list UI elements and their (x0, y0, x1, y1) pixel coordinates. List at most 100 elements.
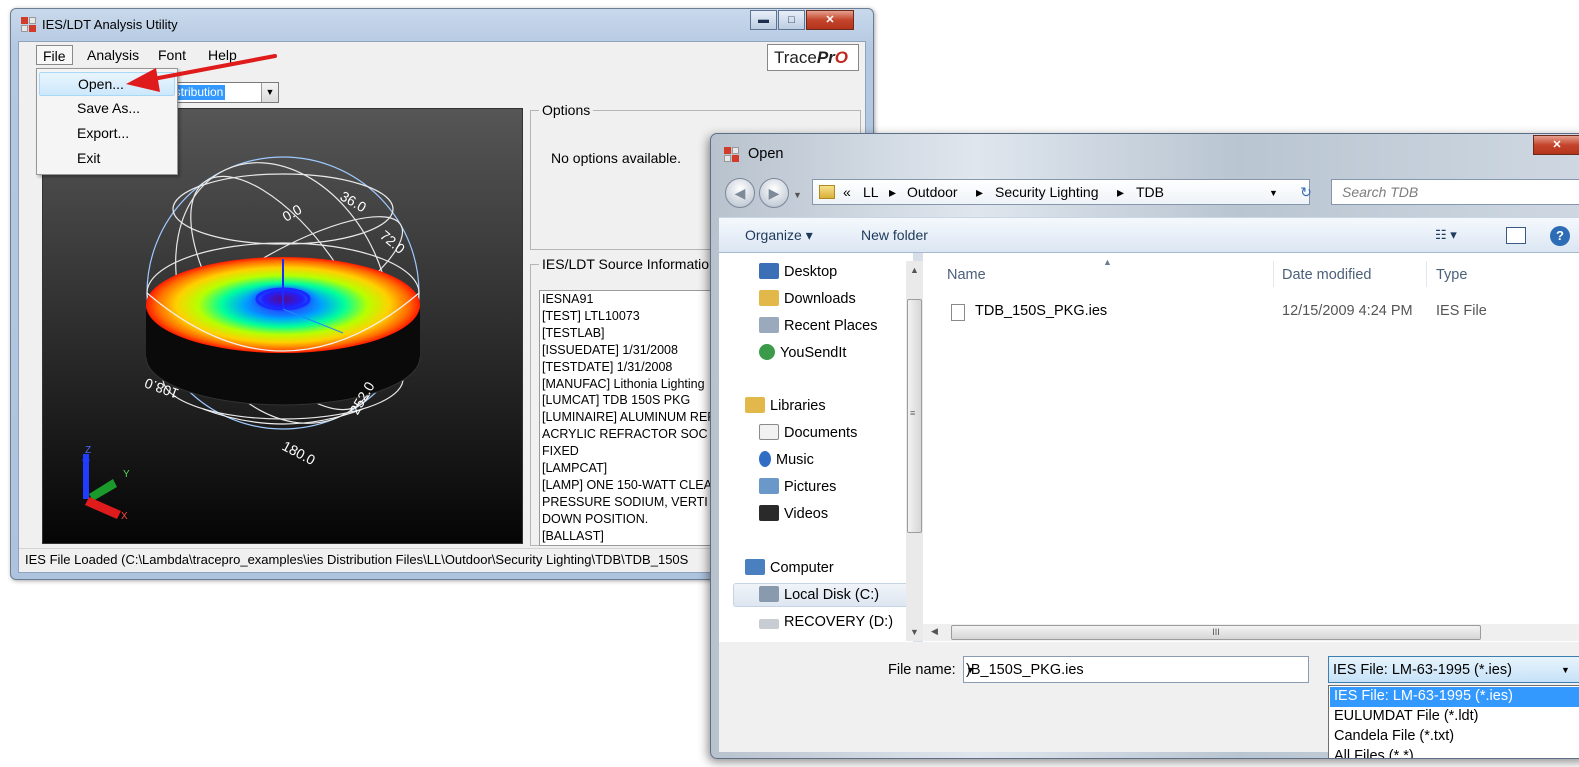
nav-documents[interactable]: Documents (759, 422, 857, 446)
nav-pictures[interactable]: Pictures (759, 476, 836, 500)
source-line: [LAMPCAT] (542, 461, 608, 476)
folder-icon (819, 185, 835, 199)
libraries-icon (745, 397, 765, 413)
nav-videos[interactable]: Videos (759, 503, 828, 527)
scroll-left-icon[interactable]: ◀ (931, 626, 938, 637)
scroll-up-icon[interactable]: ▲ (906, 265, 923, 275)
breadcrumb-security-lighting[interactable]: Security Lighting (995, 184, 1099, 200)
file-list: Name ▲ Date modified Type TDB_150S_PKG.i… (923, 253, 1579, 642)
drive-icon (759, 619, 779, 629)
nav-computer[interactable]: Computer (745, 557, 834, 581)
yousendit-icon (759, 344, 775, 360)
recent-places-icon (759, 317, 779, 333)
organize-button[interactable]: Organize ▾ (745, 227, 813, 244)
preview-pane-icon[interactable] (1506, 227, 1526, 244)
nav-recent-places[interactable]: Recent Places (759, 315, 878, 339)
nav-music[interactable]: Music (759, 449, 814, 473)
sort-up-icon: ▲ (1103, 257, 1112, 267)
file-type-select[interactable]: IES File: LM-63-1995 (*.ies) ▼ (1328, 656, 1579, 683)
source-line: [ISSUEDATE] 1/31/2008 (542, 342, 678, 357)
breadcrumb-ll[interactable]: LL (863, 184, 879, 200)
nav-libraries[interactable]: Libraries (745, 395, 826, 419)
new-folder-button[interactable]: New folder (861, 227, 928, 243)
close-button[interactable]: ✕ (806, 10, 854, 30)
source-line: [TESTLAB] (542, 325, 605, 340)
svg-text:X: X (121, 511, 128, 522)
source-line: DOWN POSITION. (542, 511, 649, 526)
file-type-option[interactable]: IES File: LM-63-1995 (*.ies) (1330, 687, 1579, 707)
breadcrumb-tdb[interactable]: TDB (1136, 184, 1164, 200)
chevron-down-icon[interactable]: ▼ (966, 665, 1302, 675)
pictures-icon (759, 478, 779, 494)
nav-desktop[interactable]: Desktop (759, 261, 837, 285)
source-info-textbox[interactable]: IESNA91 [TEST] LTL10073 [TESTLAB] [ISSUE… (539, 290, 729, 546)
breadcrumb-arrow[interactable]: ▸ (889, 184, 896, 201)
recent-locations-icon[interactable]: ▼ (793, 190, 802, 200)
nav-local-disk[interactable]: Local Disk (C:) (733, 583, 911, 607)
dialog-toolbar: Organize ▾ New folder ☷ ▾ ? (719, 217, 1579, 253)
column-type[interactable]: Type (1436, 267, 1467, 283)
nav-scrollbar[interactable]: ▲ ≡ ▼ (906, 261, 923, 641)
red-arrow-annotation (126, 54, 277, 92)
documents-icon (759, 424, 779, 440)
axis-triad-icon: Z Y X (82, 445, 130, 522)
menu-export[interactable]: Export... (39, 122, 175, 146)
help-icon[interactable]: ? (1550, 226, 1570, 246)
column-name[interactable]: Name (947, 267, 986, 283)
dialog-close-button[interactable]: ✕ (1533, 135, 1579, 155)
open-dialog: Open ✕ ◀ ▶ ▼ « LL ▸ Outdoor ▸ Security L… (710, 133, 1579, 759)
menu-exit[interactable]: Exit (39, 147, 175, 171)
file-name-input[interactable]: )B_150S_PKG.ies ▼ (963, 656, 1309, 683)
options-text: No options available. (551, 150, 681, 166)
main-titlebar[interactable]: IES/LDT Analysis Utility ▬ □ ✕ (11, 9, 873, 41)
desktop-icon (759, 263, 779, 279)
column-date[interactable]: Date modified (1282, 267, 1371, 283)
nav-downloads[interactable]: Downloads (759, 288, 856, 312)
file-type-option[interactable]: Candela File (*.txt) (1330, 727, 1579, 747)
address-dropdown-icon[interactable]: ▼ (1269, 188, 1278, 198)
chevron-down-icon[interactable]: ▼ (1561, 665, 1570, 675)
scroll-down-icon[interactable]: ▼ (906, 627, 923, 637)
source-line: [LAMP] ONE 150-WATT CLEA (542, 477, 712, 492)
source-line: [TEST] LTL10073 (542, 308, 640, 323)
search-input[interactable]: Search TDB (1331, 179, 1579, 205)
music-icon (759, 451, 771, 467)
breadcrumb-outdoor[interactable]: Outdoor (907, 184, 958, 200)
hscroll-thumb[interactable]: III (951, 625, 1481, 640)
view-options-icon[interactable]: ☷ ▾ (1435, 227, 1457, 243)
forward-arrow-icon[interactable]: ▶ (759, 178, 789, 208)
open-dialog-title: Open (748, 146, 784, 162)
source-info-title: IES/LDT Source Information (542, 256, 717, 272)
minimize-button[interactable]: ▬ (750, 10, 777, 30)
breadcrumb-sep[interactable]: « (843, 184, 851, 200)
file-hscrollbar[interactable]: ◀ III (923, 624, 1579, 641)
file-type: IES File (1436, 303, 1487, 319)
maximize-button[interactable]: □ (778, 10, 805, 30)
nav-yousendit[interactable]: YouSendIt (759, 342, 846, 366)
downloads-icon (759, 290, 779, 306)
back-arrow-icon[interactable]: ◀ (725, 178, 755, 208)
address-bar[interactable]: « LL ▸ Outdoor ▸ Security Lighting ▸ TDB (812, 179, 1310, 205)
breadcrumb-arrow[interactable]: ▸ (1117, 184, 1124, 201)
file-type-option[interactable]: EULUMDAT File (*.ldt) (1330, 707, 1579, 727)
file-type-dropdown: IES File: LM-63-1995 (*.ies) EULUMDAT Fi… (1328, 685, 1579, 758)
source-line: [BALLAST] (542, 528, 604, 543)
file-type-option[interactable]: All Files (*.*) (1330, 747, 1579, 758)
refresh-icon[interactable]: ↻ (1294, 181, 1318, 203)
plot-label: 180.0 (280, 438, 319, 469)
breadcrumb-arrow[interactable]: ▸ (976, 184, 983, 201)
navigation-pane: Desktop Downloads Recent Places YouSendI… (719, 253, 914, 642)
menu-save-as[interactable]: Save As... (39, 97, 175, 121)
source-line: [LUMCAT] TDB 150S PKG (542, 393, 691, 408)
svg-text:Z: Z (85, 445, 91, 456)
app-logo-icon (21, 17, 37, 33)
computer-icon (745, 559, 765, 575)
menu-file[interactable]: File (36, 45, 73, 65)
tracepro-logo: TracePrO (767, 44, 859, 71)
local-disk-icon (759, 586, 779, 602)
videos-icon (759, 505, 779, 521)
file-name: TDB_150S_PKG.ies (975, 303, 1108, 319)
source-line: PRESSURE SODIUM, VERTI (542, 494, 708, 509)
scroll-thumb[interactable]: ≡ (907, 299, 922, 533)
nav-recovery[interactable]: RECOVERY (D:) (759, 611, 893, 635)
